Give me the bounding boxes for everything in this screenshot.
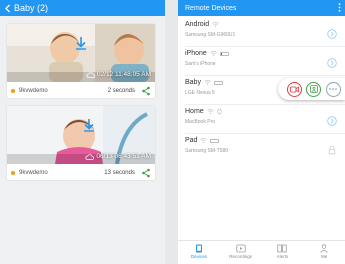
alerts-icon bbox=[277, 244, 287, 253]
more-vertical-icon[interactable] bbox=[333, 2, 345, 14]
device-name: Home bbox=[185, 108, 204, 115]
recording-duration: 2 seconds bbox=[107, 88, 135, 94]
more-horizontal-icon[interactable] bbox=[325, 81, 341, 97]
pane-divider bbox=[165, 0, 178, 264]
recording-thumbnail[interactable]: 02/12 11:48:05 AM bbox=[7, 24, 155, 82]
recordings-pane: Baby (2) 02/12 11:48:05 AM 9kvwdemo 2 se… bbox=[0, 0, 165, 264]
device-title: Android bbox=[185, 21, 219, 28]
recording-timestamp: 06/13 06:43:51 AM bbox=[96, 153, 151, 160]
device-row-android[interactable]: Android Samsung SM-G960U1 bbox=[178, 18, 345, 47]
nav-devices[interactable]: Devices bbox=[178, 241, 220, 264]
recording-meta: 9kvwdemo 13 seconds bbox=[7, 166, 155, 180]
bottom-navigation: Devices Recordings Alerts Me bbox=[178, 240, 345, 264]
download-icon[interactable] bbox=[83, 118, 95, 137]
recording-card[interactable]: 02/12 11:48:05 AM 9kvwdemo 2 seconds bbox=[7, 24, 155, 98]
timestamp-overlay: 02/12 11:48:05 AM bbox=[86, 71, 151, 78]
recording-card[interactable]: 06/13 06:43:51 AM 9kvwdemo 13 seconds bbox=[7, 106, 155, 180]
battery-icon bbox=[210, 138, 220, 143]
battery-icon bbox=[219, 51, 229, 56]
device-name: Baby bbox=[185, 79, 201, 86]
share-icon[interactable] bbox=[141, 168, 151, 178]
timestamp-overlay: 06/13 06:43:51 AM bbox=[85, 153, 151, 160]
status-dot bbox=[11, 89, 15, 93]
camera-name: 9kvwdemo bbox=[19, 170, 48, 176]
remote-devices-pane: Remote Devices Android Samsung SM-G960U1… bbox=[178, 0, 345, 264]
device-row-iphone[interactable]: iPhone Sam's iPhone bbox=[178, 47, 345, 76]
devices-icon bbox=[195, 244, 202, 253]
device-model: Samsung SM-T580 bbox=[185, 148, 229, 154]
face-icon[interactable] bbox=[306, 81, 321, 97]
device-name: iPhone bbox=[185, 50, 207, 57]
nav-label: Me bbox=[320, 254, 328, 259]
recording-meta: 9kvwdemo 2 seconds bbox=[7, 84, 155, 98]
camera-name: 9kvwdemo bbox=[19, 88, 48, 94]
device-row-home[interactable]: Home MacBook Pro bbox=[178, 105, 345, 134]
device-title: Baby bbox=[185, 79, 223, 86]
lock-icon[interactable] bbox=[327, 142, 337, 155]
wifi-icon bbox=[204, 80, 211, 85]
device-title: Home bbox=[185, 108, 222, 115]
share-icon[interactable] bbox=[141, 86, 151, 96]
recording-timestamp: 02/12 11:48:05 AM bbox=[96, 71, 151, 78]
chevron-right-circle-icon[interactable] bbox=[327, 113, 337, 126]
device-model: LGE Nexus 5 bbox=[185, 90, 215, 96]
cloud-icon bbox=[85, 153, 95, 160]
wifi-icon bbox=[210, 51, 217, 56]
recordings-icon bbox=[236, 244, 246, 253]
wifi-icon bbox=[200, 138, 208, 143]
recordings-title: Baby (2) bbox=[14, 3, 49, 13]
chevron-right-circle-icon[interactable] bbox=[327, 26, 337, 39]
plug-icon bbox=[217, 108, 222, 115]
device-model: MacBook Pro bbox=[185, 119, 216, 125]
cloud-icon bbox=[86, 71, 95, 78]
nav-alerts[interactable]: Alerts bbox=[262, 241, 304, 264]
remote-devices-header: Remote Devices bbox=[178, 0, 345, 16]
device-model: Samsung SM-G960U1 bbox=[185, 32, 236, 38]
wifi-icon bbox=[212, 22, 219, 27]
nav-label: Devices bbox=[190, 254, 207, 259]
camera-icon[interactable] bbox=[286, 81, 302, 97]
battery-icon bbox=[213, 80, 223, 85]
download-icon[interactable] bbox=[75, 36, 87, 55]
device-title: iPhone bbox=[185, 50, 229, 57]
chevron-right-circle-icon[interactable] bbox=[327, 55, 337, 68]
nav-label: Recordings bbox=[229, 254, 252, 259]
status-dot bbox=[11, 171, 15, 175]
wifi-icon bbox=[206, 109, 214, 114]
device-name: Android bbox=[185, 21, 210, 28]
nav-recordings[interactable]: Recordings bbox=[220, 241, 262, 264]
chevron-left-icon[interactable] bbox=[0, 0, 14, 16]
person-icon bbox=[320, 244, 328, 253]
device-actions-popup bbox=[278, 78, 345, 100]
recording-duration: 13 seconds bbox=[104, 170, 135, 176]
device-title: Pad bbox=[185, 137, 220, 144]
device-name: Pad bbox=[185, 137, 198, 144]
app-root: Baby (2) 02/12 11:48:05 AM 9kvwdemo 2 se… bbox=[0, 0, 345, 264]
remote-devices-title: Remote Devices bbox=[185, 4, 237, 12]
nav-me[interactable]: Me bbox=[303, 241, 345, 264]
device-model: Sam's iPhone bbox=[185, 61, 216, 67]
nav-label: Alerts bbox=[276, 254, 289, 259]
recording-thumbnail[interactable]: 06/13 06:43:51 AM bbox=[7, 106, 155, 164]
device-row-pad[interactable]: Pad Samsung SM-T580 bbox=[178, 134, 345, 163]
recordings-header: Baby (2) bbox=[0, 0, 165, 16]
